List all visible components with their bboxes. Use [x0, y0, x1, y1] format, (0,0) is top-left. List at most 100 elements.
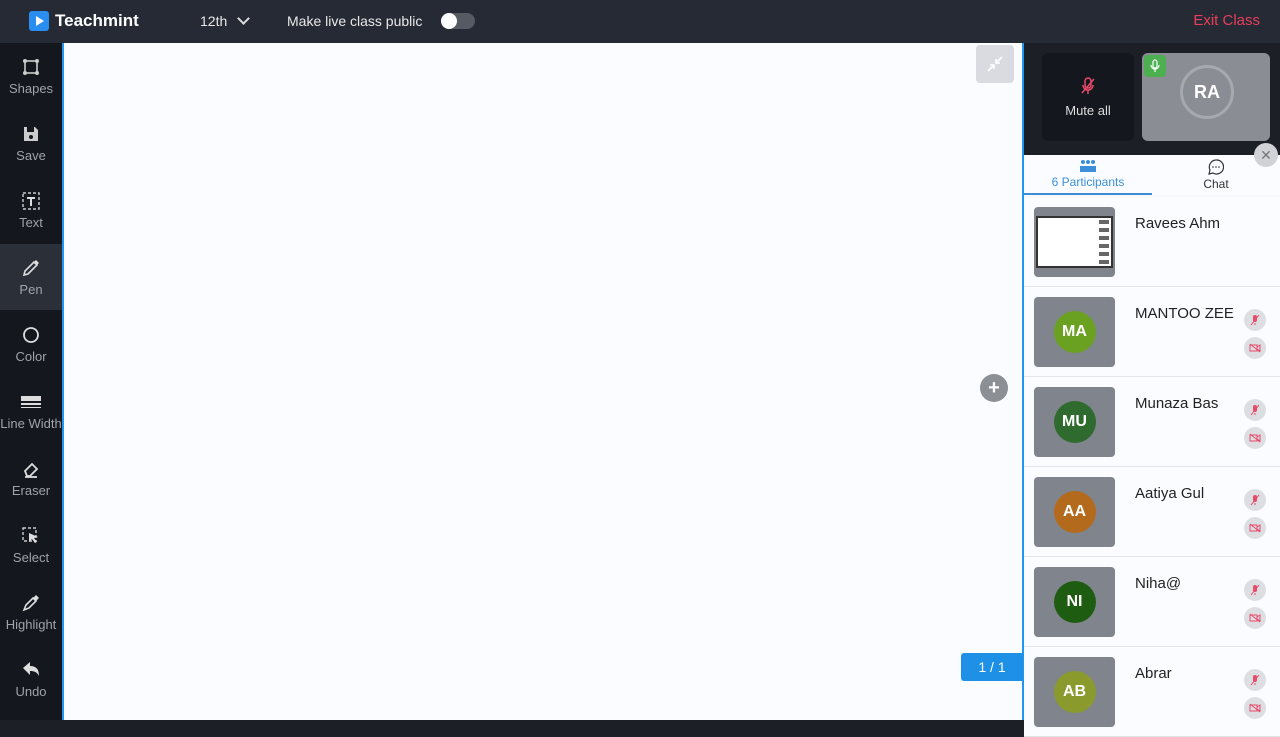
participant-list: Ravees Ahm MA MANTOO ZEE MU Munaza Bas A… — [1024, 197, 1280, 737]
participant-mic-toggle[interactable] — [1244, 579, 1266, 601]
app-name: Teachmint — [55, 11, 139, 30]
participant-avatar: MU — [1053, 401, 1096, 443]
tool-label: Undo — [15, 683, 47, 699]
participant-avatar: AB — [1053, 671, 1096, 713]
participant-mic-toggle[interactable] — [1244, 489, 1266, 511]
participant-screen-thumbnail — [1034, 207, 1115, 277]
right-panel: Mute all RA 6 Participants Chat ✕ Ravees… — [1024, 43, 1280, 737]
shapes-icon — [23, 58, 39, 75]
camera-off-icon — [1249, 703, 1261, 713]
participant-name: Aatiya Gul — [1135, 485, 1205, 502]
participant-thumbnail: AA — [1034, 477, 1115, 547]
mic-off-icon — [1250, 314, 1260, 326]
participant-mic-toggle[interactable] — [1244, 399, 1266, 421]
mic-off-icon — [1081, 76, 1095, 94]
tool-select[interactable]: Select — [0, 512, 62, 578]
participant-camera-toggle[interactable] — [1244, 427, 1266, 449]
self-video-tile: RA — [1142, 53, 1270, 141]
tool-label: Highlight — [5, 616, 57, 632]
tool-label: Line Width — [0, 415, 62, 431]
participant-row: NI Niha@ — [1024, 557, 1280, 647]
tool-label: Shapes — [8, 80, 54, 96]
tool-undo[interactable]: Undo — [0, 646, 62, 712]
participant-avatar: MA — [1053, 311, 1096, 353]
grade-dropdown[interactable]: 12th — [200, 12, 251, 29]
save-icon — [24, 126, 38, 141]
mic-on-icon — [1144, 55, 1166, 77]
minimize-icon — [987, 56, 1003, 72]
tool-save[interactable]: Save — [0, 110, 62, 176]
camera-off-icon — [1249, 613, 1261, 623]
participants-tab-label: 6 Participants — [1051, 175, 1125, 189]
participant-name: Abrar — [1135, 665, 1172, 682]
tool-label: Color — [15, 348, 47, 364]
self-avatar: RA — [1180, 65, 1234, 119]
tool-text[interactable]: Text — [0, 177, 62, 243]
tool-eraser[interactable]: Eraser — [0, 445, 62, 511]
exit-class-button[interactable]: Exit Class — [1193, 12, 1260, 29]
mic-off-icon — [1250, 674, 1260, 686]
tool-label: Save — [16, 147, 46, 163]
participant-thumbnail: AB — [1034, 657, 1115, 727]
whiteboard-canvas[interactable]: + 1 / 1 — [62, 43, 1024, 720]
participant-avatar: NI — [1053, 581, 1096, 623]
teachmint-logo-icon — [29, 11, 49, 31]
participant-camera-toggle[interactable] — [1244, 337, 1266, 359]
participants-panel: 6 Participants Chat ✕ Ravees Ahm MA MANT… — [1024, 143, 1280, 737]
participant-thumbnail: MA — [1034, 297, 1115, 367]
participant-row: AA Aatiya Gul — [1024, 467, 1280, 557]
tool-highlight[interactable]: Highlight — [0, 579, 62, 645]
people-icon — [1080, 160, 1096, 172]
participant-avatar: AA — [1053, 491, 1096, 533]
participant-mic-toggle[interactable] — [1244, 669, 1266, 691]
mic-off-icon — [1250, 584, 1260, 596]
panel-tabs: 6 Participants Chat ✕ — [1024, 143, 1280, 195]
participant-mic-toggle[interactable] — [1244, 309, 1266, 331]
close-icon: ✕ — [1260, 146, 1272, 163]
tool-shapes[interactable]: Shapes — [0, 43, 62, 109]
plus-icon: + — [988, 376, 1000, 399]
participant-camera-toggle[interactable] — [1244, 697, 1266, 719]
participant-thumbnail: NI — [1034, 567, 1115, 637]
chevron-down-icon — [237, 12, 251, 25]
top-bar: Teachmint 12th Make live class public Ex… — [0, 0, 1280, 43]
logo: Teachmint — [29, 11, 139, 31]
participant-camera-toggle[interactable] — [1244, 607, 1266, 629]
tool-color[interactable]: Color — [0, 311, 62, 377]
participant-camera-toggle[interactable] — [1244, 517, 1266, 539]
mute-all-label: Mute all — [1065, 102, 1111, 118]
participant-thumbnail: MU — [1034, 387, 1115, 457]
chat-tab-label: Chat — [1203, 177, 1229, 191]
participant-name: Niha@ — [1135, 575, 1182, 592]
camera-off-icon — [1249, 523, 1261, 533]
screen-share-preview — [1036, 216, 1113, 268]
minimize-button[interactable] — [976, 45, 1014, 83]
highlight-icon — [22, 594, 39, 611]
mute-all-button[interactable]: Mute all — [1042, 53, 1134, 141]
participant-row: MA MANTOO ZEE — [1024, 287, 1280, 377]
add-page-button[interactable]: + — [980, 374, 1008, 402]
whiteboard-toolbar: Shapes Save Text Pen Color Line Width Er… — [0, 43, 62, 720]
toggle-knob — [441, 13, 457, 29]
line-width-icon — [21, 395, 41, 408]
undo-icon — [23, 661, 39, 676]
camera-off-icon — [1249, 343, 1261, 353]
chat-icon — [1208, 159, 1224, 175]
participant-name: MANTOO ZEE — [1135, 305, 1234, 322]
participant-name: Munaza Bas — [1135, 395, 1219, 412]
tab-participants[interactable]: 6 Participants — [1024, 155, 1152, 195]
public-class-toggle[interactable] — [441, 13, 475, 29]
mic-off-icon — [1250, 404, 1260, 416]
select-icon — [22, 526, 38, 543]
pen-icon — [22, 259, 39, 276]
mic-off-icon — [1250, 494, 1260, 506]
tool-pen[interactable]: Pen — [0, 244, 62, 310]
close-panel-button[interactable]: ✕ — [1254, 143, 1278, 167]
tool-label: Eraser — [11, 482, 51, 498]
tool-label: Select — [12, 549, 50, 565]
color-icon — [23, 326, 39, 343]
page-indicator: 1 / 1 — [961, 653, 1023, 681]
tool-line-width[interactable]: Line Width — [0, 378, 62, 444]
tool-label: Pen — [19, 281, 43, 297]
participant-row: MU Munaza Bas — [1024, 377, 1280, 467]
